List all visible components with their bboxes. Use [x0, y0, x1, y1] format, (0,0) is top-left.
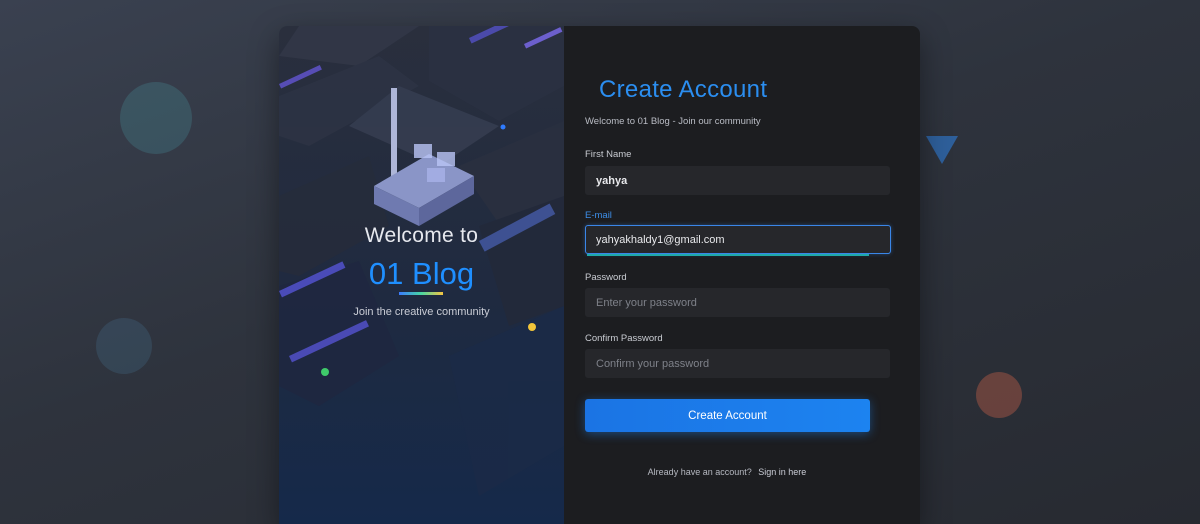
brand-name: 01 Blog — [368, 256, 475, 291]
hero-panel: Welcome to 01 Blog Join the creative com… — [279, 26, 564, 524]
password-label: Password — [585, 272, 627, 283]
signin-row: Already have an account? Sign in here — [564, 467, 890, 477]
background-circle — [96, 318, 152, 374]
password-input[interactable] — [585, 288, 890, 317]
signin-prompt: Already have an account? — [647, 467, 752, 477]
hero-tagline: Join the creative community — [353, 306, 490, 318]
background-triangle — [926, 136, 958, 164]
first-name-input[interactable] — [585, 166, 890, 195]
signup-card: Welcome to 01 Blog Join the creative com… — [279, 26, 920, 524]
form-panel: Create Account Welcome to 01 Blog - Join… — [564, 26, 920, 524]
email-focus-indicator — [587, 254, 869, 256]
email-input[interactable] — [585, 225, 891, 254]
confirm-password-input[interactable] — [585, 349, 890, 378]
hero-welcome-text: Welcome to — [364, 224, 479, 247]
background-circle — [120, 82, 192, 154]
form-subtitle: Welcome to 01 Blog - Join our community — [585, 116, 761, 127]
background-circle — [976, 372, 1022, 418]
confirm-password-label: Confirm Password — [585, 333, 663, 344]
brand-underline — [399, 292, 443, 295]
email-label: E-mail — [585, 210, 612, 221]
create-account-button[interactable]: Create Account — [585, 399, 870, 432]
first-name-label: First Name — [585, 149, 632, 160]
form-title: Create Account — [599, 76, 768, 103]
signin-link[interactable]: Sign in here — [758, 467, 806, 477]
